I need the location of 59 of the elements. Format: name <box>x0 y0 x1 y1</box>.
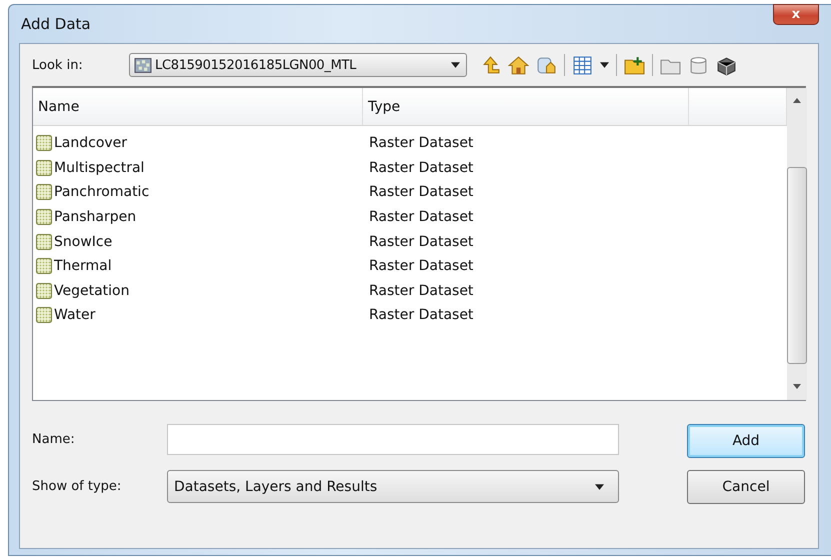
close-button[interactable]: x <box>773 4 819 25</box>
item-type: Raster Dataset <box>368 135 474 152</box>
type-dropdown[interactable]: Datasets, Layers and Results <box>167 470 619 503</box>
item-type: Raster Dataset <box>368 307 474 324</box>
item-type: Raster Dataset <box>368 234 474 250</box>
raster-grid-icon <box>36 234 52 250</box>
item-type: Raster Dataset <box>368 184 474 200</box>
scrollbar[interactable] <box>787 88 807 400</box>
raster-icon <box>134 56 152 74</box>
item-type: Raster Dataset <box>368 258 474 274</box>
look-in-label: Look in: <box>32 58 84 72</box>
toolbox-icon[interactable] <box>716 54 737 76</box>
item-name: Multispectral <box>54 160 144 176</box>
raster-grid-icon <box>36 184 52 200</box>
item-type: Raster Dataset <box>368 160 474 176</box>
column-header[interactable]: Type <box>363 88 689 125</box>
item-type: Raster Dataset <box>368 282 474 299</box>
scroll-up-icon[interactable] <box>793 98 801 103</box>
caret-icon <box>451 62 460 68</box>
list-item[interactable]: Pansharpen Raster Dataset <box>33 204 787 230</box>
home-icon[interactable] <box>508 54 529 76</box>
item-name: Panchromatic <box>54 184 150 200</box>
type-label: Show of type: <box>32 479 122 494</box>
item-name: Landcover <box>54 135 128 152</box>
name-label: Name: <box>32 432 76 447</box>
raster-grid-icon <box>36 160 52 176</box>
raster-grid-icon <box>36 135 52 152</box>
scrollbar-thumb[interactable] <box>787 167 807 364</box>
caret-icon <box>595 484 604 490</box>
cancel-button[interactable]: Cancel <box>687 470 805 504</box>
caret-icon[interactable] <box>600 62 609 68</box>
raster-grid-icon <box>36 209 52 226</box>
list-item[interactable]: SnowIce Raster Dataset <box>33 229 787 254</box>
cylinder-icon[interactable] <box>688 54 709 76</box>
list-item[interactable]: Panchromatic Raster Dataset <box>33 180 787 205</box>
item-type: Raster Dataset <box>368 209 474 226</box>
look-in-dropdown[interactable]: LC81590152016185LGN00_MTL <box>129 53 467 77</box>
item-name: Pansharpen <box>54 209 136 226</box>
item-name: Vegetation <box>54 282 130 299</box>
add-button[interactable]: Add <box>687 424 805 458</box>
item-name: Water <box>54 307 96 324</box>
new-folder-icon[interactable] <box>624 54 645 76</box>
window-title: Add Data <box>20 15 91 33</box>
column-header[interactable]: Name <box>33 88 363 125</box>
raster-grid-icon <box>36 258 52 274</box>
list-view-icon[interactable] <box>572 54 593 76</box>
raster-grid-icon <box>36 307 52 324</box>
item-name: Thermal <box>54 258 112 274</box>
list-item[interactable]: Multispectral Raster Dataset <box>33 156 787 180</box>
database-icon[interactable] <box>536 54 557 76</box>
raster-grid-icon <box>36 282 52 299</box>
list-item[interactable]: Landcover Raster Dataset <box>33 131 787 156</box>
list-item[interactable]: Water Raster Dataset <box>33 303 787 328</box>
name-field[interactable] <box>167 424 619 455</box>
up-arrow-icon[interactable] <box>480 54 501 76</box>
list-item[interactable]: Thermal Raster Dataset <box>33 254 787 279</box>
list-item[interactable]: Vegetation Raster Dataset <box>33 278 787 304</box>
scroll-down-icon[interactable] <box>793 384 801 389</box>
item-name: SnowIce <box>54 234 112 250</box>
